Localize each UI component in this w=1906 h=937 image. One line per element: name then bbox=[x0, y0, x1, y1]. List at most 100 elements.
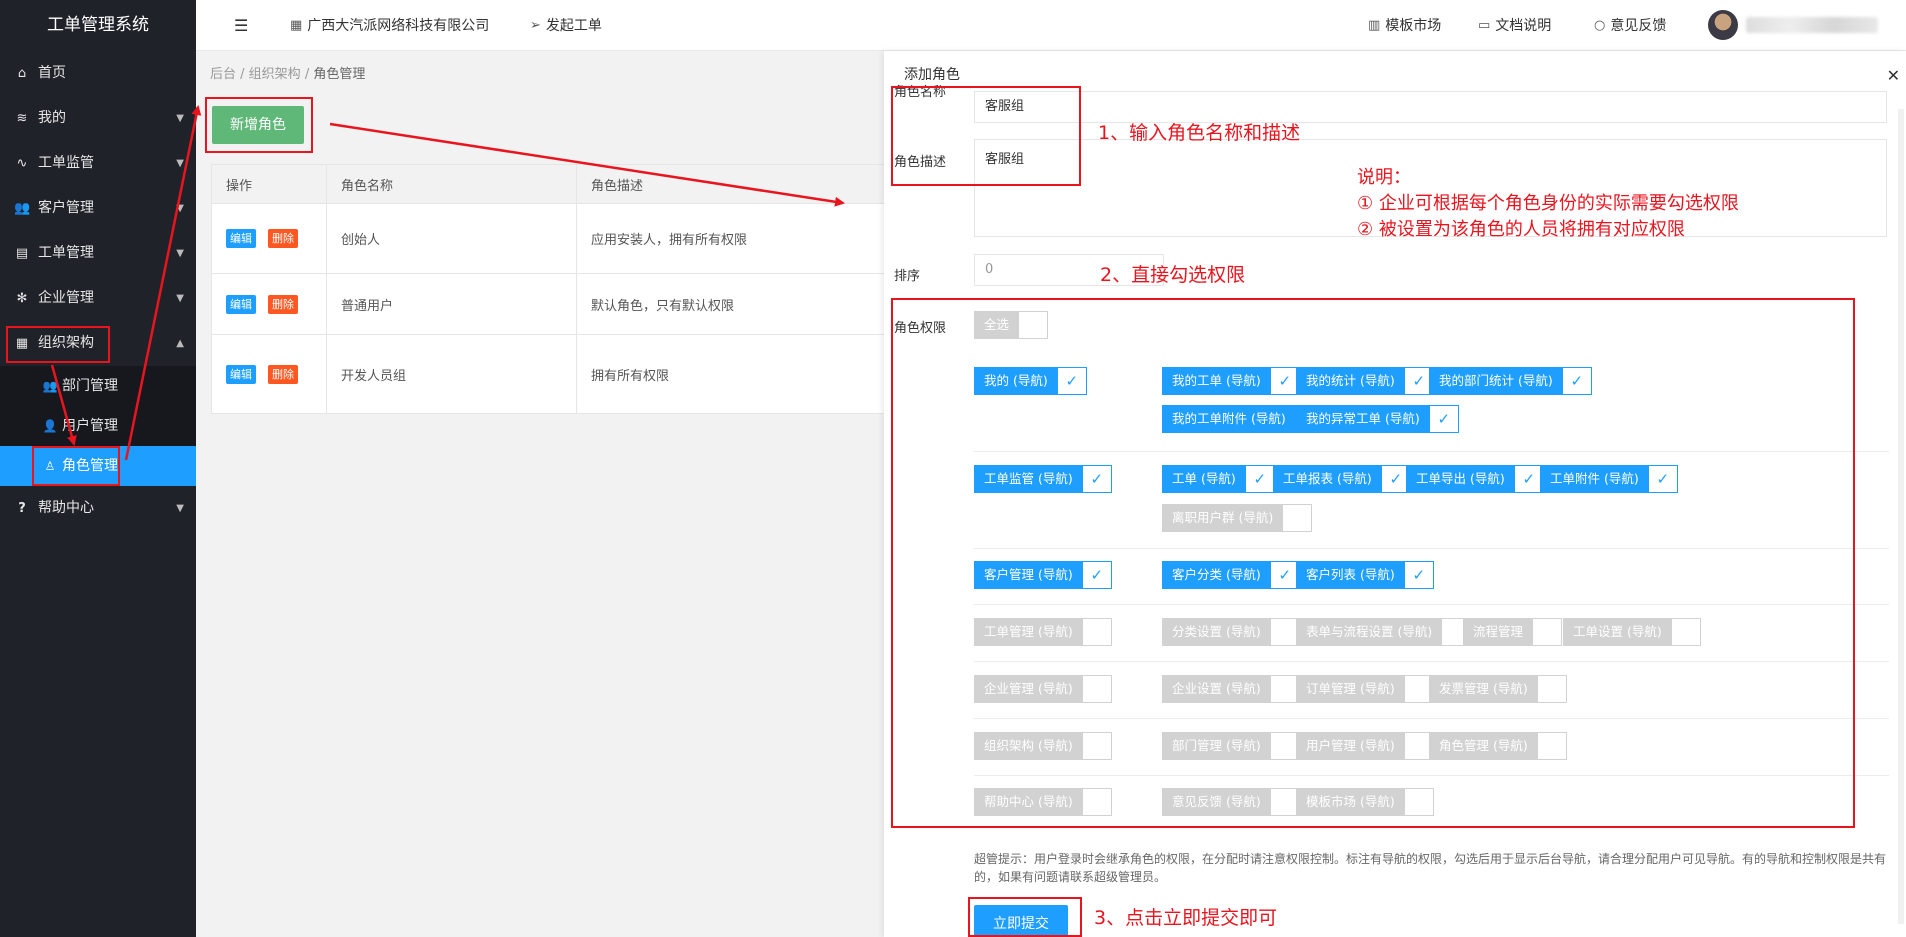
annotation-note-line: ② 被设置为该角色的人员将拥有对应权限 bbox=[1357, 219, 1685, 240]
template-market-link[interactable]: ▥ 模板市场 bbox=[1368, 15, 1441, 35]
delete-button[interactable]: 删除 bbox=[268, 229, 298, 248]
book-icon: ▭ bbox=[1478, 17, 1491, 33]
breadcrumb-item[interactable]: 后台 bbox=[210, 67, 236, 82]
sidebar-item-customers[interactable]: 👥 客户管理 ▼ bbox=[0, 186, 196, 231]
chevron-down-icon: ▼ bbox=[176, 203, 184, 214]
chevron-down-icon: ▼ bbox=[176, 248, 184, 259]
template-icon: ▥ bbox=[1368, 17, 1381, 33]
table-row: 编辑 删除 普通用户 默认角色，只有默认权限 bbox=[211, 273, 911, 335]
row-actions: 编辑 删除 bbox=[211, 334, 327, 414]
question-icon: ? bbox=[18, 501, 26, 516]
annotation-note: 说明： ① 企业可根据每个角色身份的实际需要勾选权限 ② 被设置为该角色的人员将… bbox=[1357, 165, 1739, 243]
annotation-box-org-menu bbox=[6, 326, 110, 363]
column-header: 角色描述 bbox=[576, 164, 911, 204]
sidebar-item-mine[interactable]: ≋ 我的 ▼ bbox=[0, 96, 196, 141]
annotation-box-submit bbox=[968, 897, 1082, 937]
menu-toggle-button[interactable]: ☰ bbox=[234, 16, 248, 35]
chevron-down-icon: ▼ bbox=[176, 158, 184, 169]
sort-label: 排序 bbox=[894, 269, 921, 284]
close-icon[interactable]: ✕ bbox=[1887, 66, 1900, 85]
sidebar-item-ticket-monitor[interactable]: ∿ 工单监管 ▼ bbox=[0, 141, 196, 186]
document-icon: ▤ bbox=[15, 246, 29, 261]
row-actions: 编辑 删除 bbox=[211, 203, 327, 274]
sidebar-item-label: 帮助中心 bbox=[38, 500, 94, 516]
sidebar-item-label: 企业管理 bbox=[38, 290, 94, 306]
users-icon: 👥 bbox=[42, 379, 58, 393]
docs-link[interactable]: ▭ 文档说明 bbox=[1478, 15, 1551, 35]
drawer-scrollbar[interactable] bbox=[1898, 109, 1904, 924]
pulse-icon: ∿ bbox=[16, 156, 28, 171]
layers-icon: ≋ bbox=[16, 111, 28, 126]
users-icon: 👥 bbox=[14, 201, 31, 216]
user-name-blurred bbox=[1746, 17, 1878, 33]
role-name-cell: 开发人员组 bbox=[326, 334, 577, 414]
annotation-step1: 1、输入角色名称和描述 bbox=[1098, 122, 1301, 144]
app-title: 工单管理系统 bbox=[0, 0, 196, 51]
chevron-down-icon: ▼ bbox=[176, 293, 184, 304]
send-icon: ➢ bbox=[530, 17, 541, 33]
annotation-step2: 2、直接勾选权限 bbox=[1100, 264, 1246, 286]
annotation-box-permissions bbox=[891, 298, 1855, 828]
sidebar-item-help[interactable]: ? 帮助中心 ▼ bbox=[0, 486, 196, 531]
menu-fold-icon: ☰ bbox=[234, 15, 249, 35]
feedback-label: 意见反馈 bbox=[1610, 18, 1667, 34]
edit-button[interactable]: 编辑 bbox=[226, 229, 256, 248]
chevron-down-icon: ▼ bbox=[176, 113, 184, 124]
delete-button[interactable]: 删除 bbox=[268, 294, 298, 314]
annotation-note-title: 说明： bbox=[1357, 167, 1411, 188]
table-row: 编辑 删除 创始人 应用安装人，拥有所有权限 bbox=[211, 203, 911, 274]
edit-button[interactable]: 编辑 bbox=[226, 364, 256, 384]
sidebar-item-label: 工单管理 bbox=[38, 245, 94, 261]
role-desc-cell: 默认角色，只有默认权限 bbox=[576, 273, 911, 335]
delete-button[interactable]: 删除 bbox=[268, 364, 298, 384]
role-name-cell: 普通用户 bbox=[326, 273, 577, 335]
sidebar-item-enterprise[interactable]: ✻ 企业管理 ▼ bbox=[0, 276, 196, 321]
column-header: 操作 bbox=[211, 164, 327, 204]
sidebar-item-label: 工单监管 bbox=[38, 155, 94, 171]
sidebar-item-label: 客户管理 bbox=[38, 200, 94, 216]
role-desc-cell: 应用安装人，拥有所有权限 bbox=[576, 203, 911, 274]
chevron-down-icon: ▼ bbox=[176, 503, 184, 514]
column-header: 角色名称 bbox=[326, 164, 577, 204]
annotation-box-name-desc bbox=[891, 86, 1081, 186]
company-switcher[interactable]: ▦ 广西大汽派网络科技有限公司 bbox=[290, 15, 489, 35]
circle-icon: ○ bbox=[1594, 17, 1606, 33]
building-icon: ▦ bbox=[290, 17, 303, 33]
annotation-box-add-button bbox=[205, 97, 313, 153]
user-icon: 👤 bbox=[42, 419, 58, 433]
sidebar-item-label: 用户管理 bbox=[62, 418, 118, 434]
sidebar-item-home[interactable]: ⌂ 首页 bbox=[0, 51, 196, 96]
row-actions: 编辑 删除 bbox=[211, 273, 327, 335]
sidebar-item-departments[interactable]: 👥 部门管理 bbox=[0, 366, 196, 406]
annotation-note-line: ① 企业可根据每个角色身份的实际需要勾选权限 bbox=[1357, 193, 1739, 214]
annotation-step3: 3、点击立即提交即可 bbox=[1094, 907, 1278, 929]
table-header-row: 操作 角色名称 角色描述 bbox=[211, 164, 911, 204]
role-desc-cell: 拥有所有权限 bbox=[576, 334, 911, 414]
feedback-link[interactable]: ○ 意见反馈 bbox=[1594, 15, 1666, 35]
annotation-box-roles-menu bbox=[32, 446, 120, 486]
admin-tip: 超管提示：用户登录时会继承角色的权限，在分配时请注意权限控制。标注有导航的权限，… bbox=[974, 852, 1887, 884]
company-name: 广西大汽派网络科技有限公司 bbox=[307, 18, 490, 34]
gear-icon: ✻ bbox=[16, 291, 28, 306]
breadcrumb-item[interactable]: 组织架构 bbox=[249, 67, 301, 82]
role-name-cell: 创始人 bbox=[326, 203, 577, 274]
breadcrumb-current: 角色管理 bbox=[313, 67, 366, 82]
role-table: 操作 角色名称 角色描述 编辑 删除 创始人 应用安装人，拥有所有权限 编辑 删除 … bbox=[211, 164, 911, 414]
create-ticket-link[interactable]: ➢ 发起工单 bbox=[530, 15, 602, 35]
user-menu[interactable] bbox=[1708, 10, 1878, 40]
docs-label: 文档说明 bbox=[1495, 18, 1552, 34]
breadcrumb: 后台 / 组织架构 / 角色管理 bbox=[210, 67, 366, 82]
create-ticket-label: 发起工单 bbox=[545, 18, 602, 34]
sidebar-item-label: 首页 bbox=[38, 65, 66, 81]
sidebar-item-users[interactable]: 👤 用户管理 bbox=[0, 406, 196, 446]
top-header: ☰ ▦ 广西大汽派网络科技有限公司 ➢ 发起工单 ▥ 模板市场 ▭ 文档说明 ○… bbox=[196, 0, 1906, 51]
sidebar-item-label: 我的 bbox=[38, 110, 66, 126]
sidebar-item-tickets[interactable]: ▤ 工单管理 ▼ bbox=[0, 231, 196, 276]
avatar bbox=[1708, 10, 1738, 40]
sidebar-item-label: 部门管理 bbox=[62, 378, 118, 394]
table-row: 编辑 删除 开发人员组 拥有所有权限 bbox=[211, 334, 911, 414]
home-icon: ⌂ bbox=[17, 66, 27, 81]
chevron-up-icon: ▲ bbox=[176, 338, 184, 349]
edit-button[interactable]: 编辑 bbox=[226, 294, 256, 314]
template-market-label: 模板市场 bbox=[1385, 18, 1442, 34]
